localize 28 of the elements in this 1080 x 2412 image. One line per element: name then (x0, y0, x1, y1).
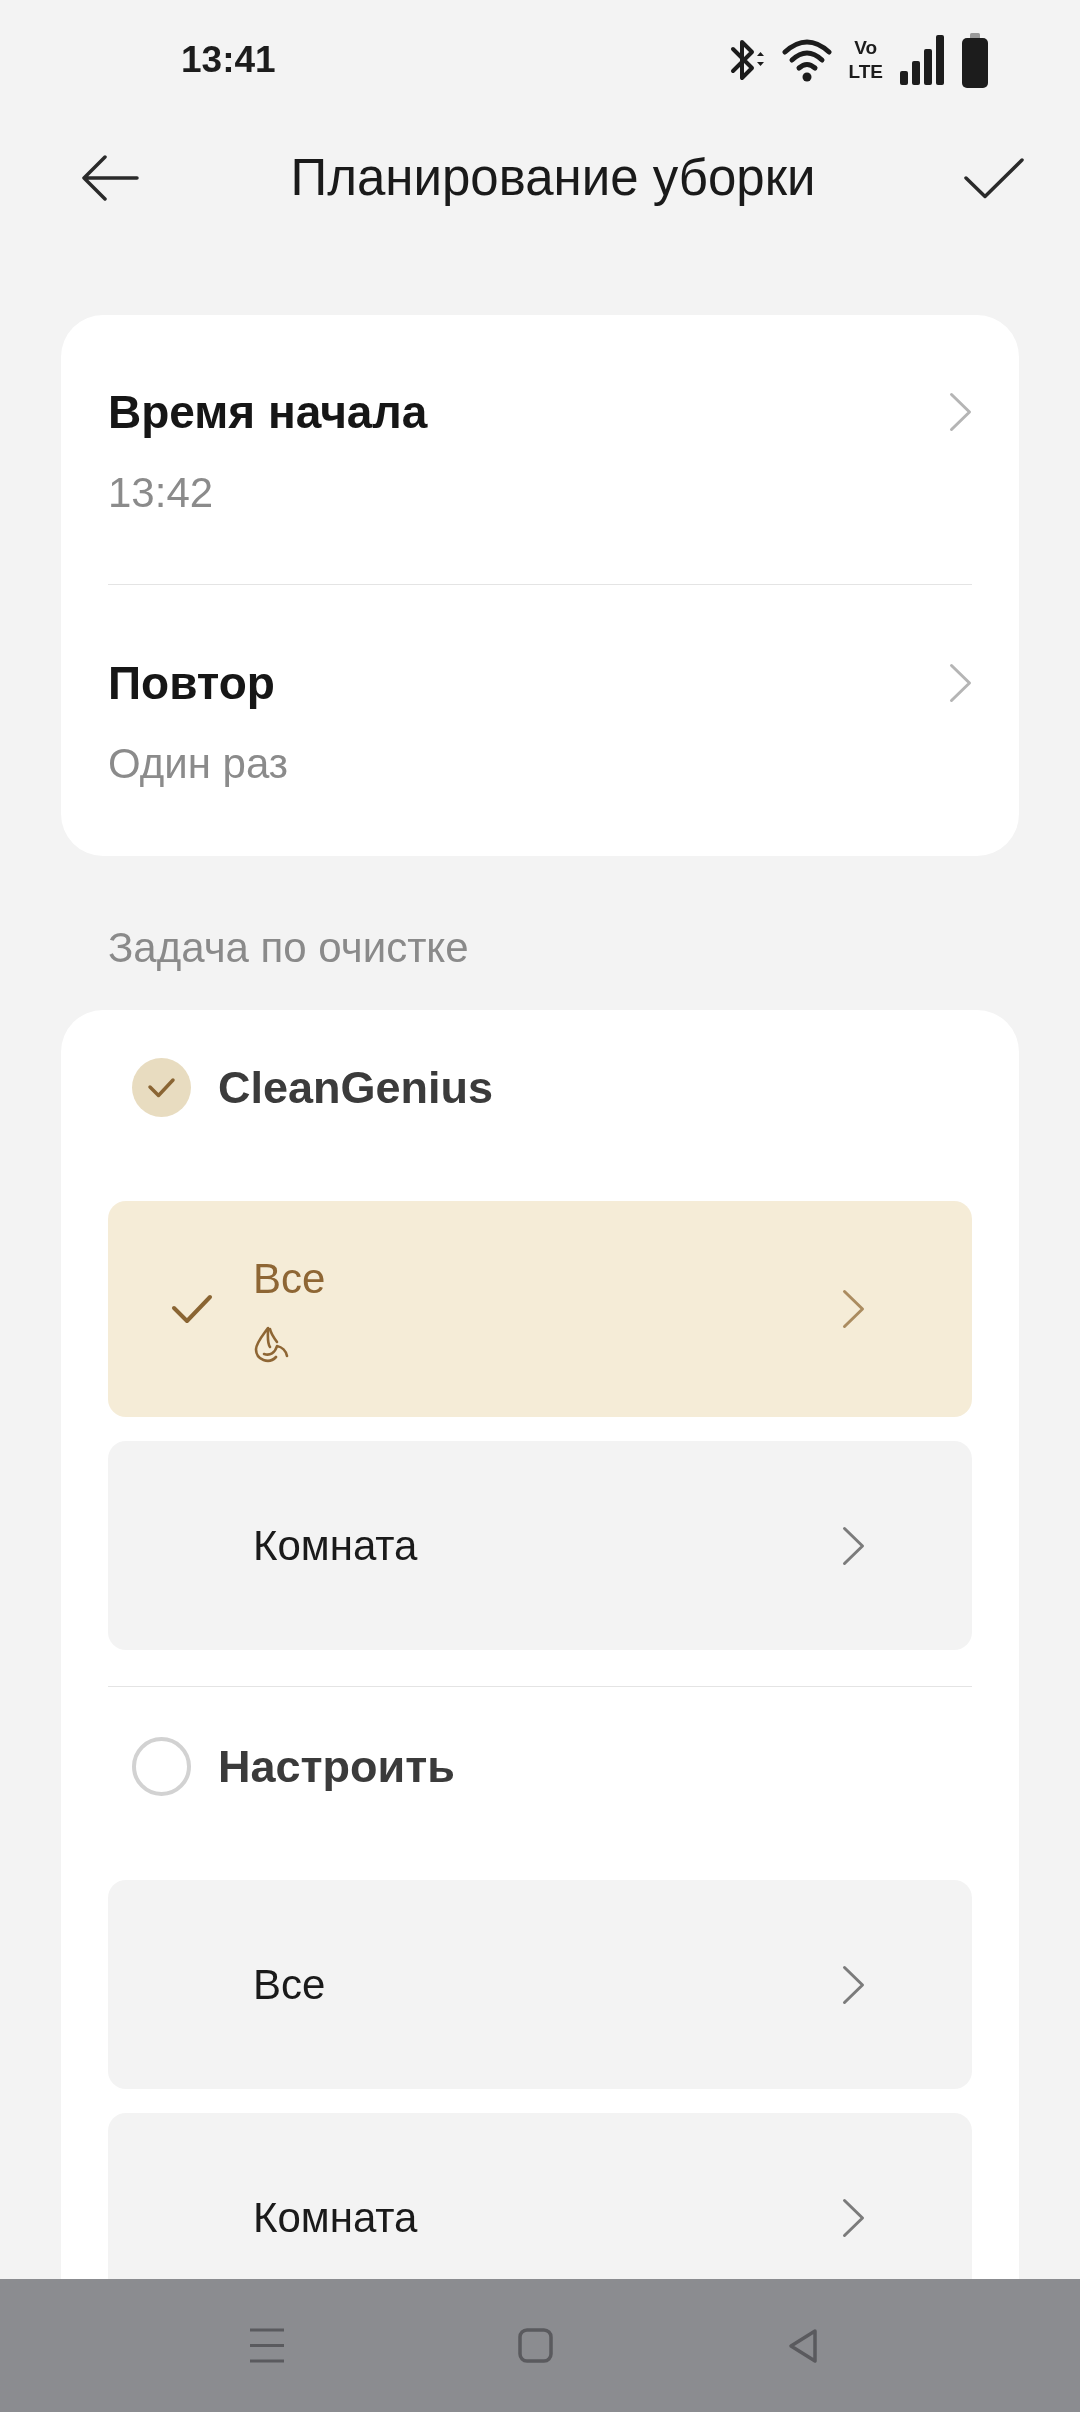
option-item[interactable]: Все (108, 1880, 972, 2089)
option-item[interactable]: Комната (108, 1441, 972, 1650)
volte-indicator: Vo LTE (848, 36, 883, 84)
checkmark-icon[interactable] (963, 156, 1025, 199)
option-item[interactable]: Комната (108, 2113, 972, 2279)
status-time: 13:41 (181, 38, 276, 82)
section-heading: Задача по очистке (108, 923, 470, 973)
checkmark-icon (171, 1294, 213, 1324)
chevron-right-icon (842, 1289, 865, 1329)
chevron-right-icon (949, 663, 972, 703)
option-item[interactable]: Все (108, 1201, 972, 1417)
group-label: Настроить (218, 1739, 455, 1794)
group-label: CleanGenius (218, 1060, 494, 1115)
signal-icon (900, 35, 945, 85)
menu-icon[interactable] (249, 2328, 285, 2363)
radio-button[interactable] (132, 1058, 191, 1117)
back-arrow-icon[interactable] (81, 154, 139, 201)
radio-button[interactable] (132, 1737, 191, 1796)
setting-row[interactable]: Повтор Один раз (108, 584, 972, 856)
back-icon[interactable] (788, 2327, 818, 2364)
chevron-right-icon (949, 392, 972, 432)
setting-row[interactable]: Время начала 13:42 (108, 315, 972, 584)
battery-icon (962, 32, 988, 88)
chevron-right-icon (842, 1964, 865, 2005)
chevron-right-icon (842, 2197, 865, 2238)
home-icon[interactable] (517, 2328, 553, 2363)
chevron-right-icon (842, 1525, 865, 1566)
screen-title: Планирование уборки (290, 147, 816, 208)
